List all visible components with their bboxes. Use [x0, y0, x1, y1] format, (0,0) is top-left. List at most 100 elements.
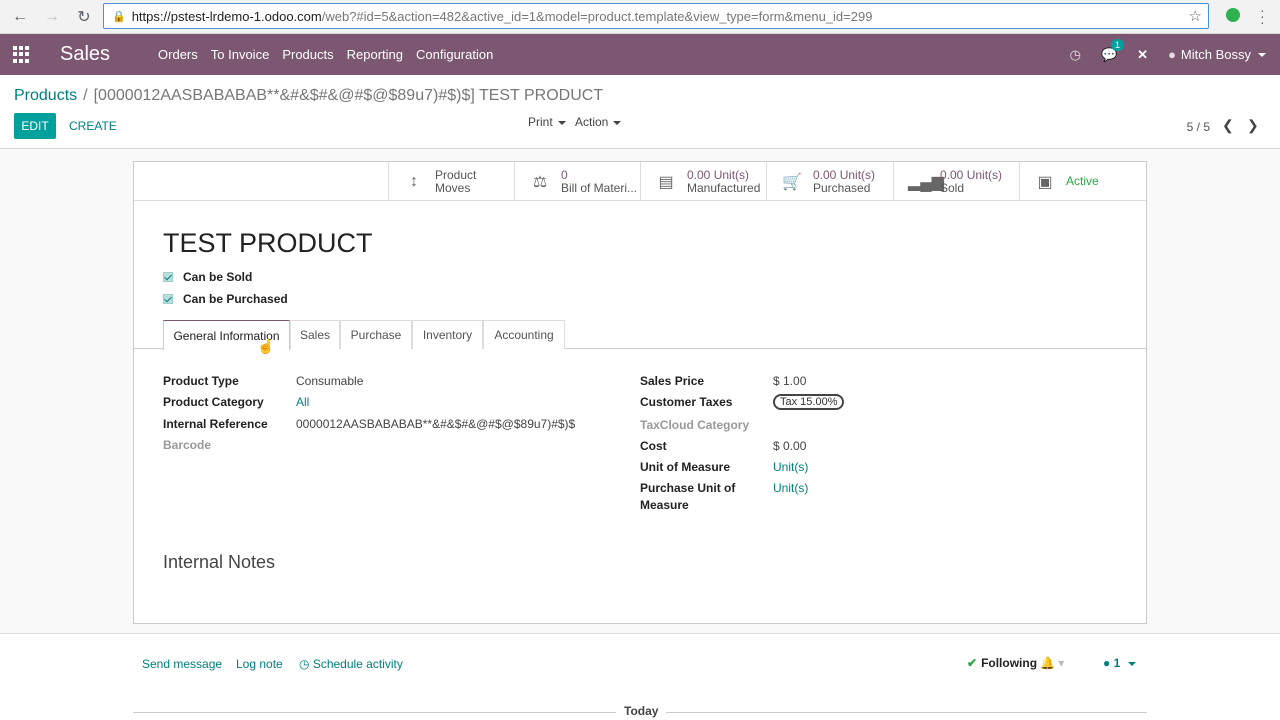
pager-previous-icon[interactable]: ❮ [1222, 117, 1234, 134]
user-menu[interactable]: ● Mitch Bossy [1168, 47, 1266, 62]
menu-orders[interactable]: Orders [158, 47, 198, 62]
archive-icon: ▣ [1037, 173, 1053, 191]
following-button[interactable]: ✔ Following [967, 656, 1037, 670]
customer-taxes-label: Customer Taxes [640, 395, 733, 409]
smart-button-value: 0.00 Unit(s) [940, 167, 1003, 182]
browser-menu-icon[interactable]: · · · [1260, 3, 1265, 29]
smart-button-label: Purchased [813, 180, 871, 195]
can-be-purchased-label: Can be Purchased [183, 292, 288, 306]
breadcrumb: Products / [0000012AASBABABAB**&#&$#&@#$@$… [14, 87, 603, 105]
followers-icon: ● [1103, 656, 1114, 670]
unit-of-measure-label: Unit of Measure [640, 460, 731, 474]
cart-icon: 🛒 [782, 173, 802, 191]
clock-icon: ◷ [299, 657, 313, 671]
chevron-down-icon [1128, 661, 1137, 666]
action-label: Action [575, 115, 609, 129]
smart-button-moves[interactable]: ↕ Product Moves [388, 162, 515, 201]
chatter: Send message Log note ◷ Schedule activit… [0, 634, 1280, 720]
chevron-down-icon [613, 120, 622, 125]
form-sheet: ↕ Product Moves ⚖ 0 Bill of Materi... ▤ 0.… [133, 161, 1147, 624]
forward-icon[interactable]: → [40, 5, 64, 29]
schedule-activity-button[interactable]: ◷ Schedule activity [299, 657, 403, 671]
smart-button-purchased[interactable]: 🛒 0.00 Unit(s) Purchased [766, 162, 893, 201]
bookmark-star-icon[interactable]: ☆ [1189, 7, 1202, 25]
smart-button-box: ↕ Product Moves ⚖ 0 Bill of Materi... ▤ 0.… [134, 162, 1146, 201]
menu-to-invoice[interactable]: To Invoice [211, 47, 270, 62]
checkbox-checked-icon [163, 294, 173, 304]
user-name: Mitch Bossy [1180, 47, 1251, 62]
browser-toolbar: ← → ↻ 🔒 https://pstest-lrdemo-1.odoo.com… [0, 0, 1280, 34]
smart-button-bom[interactable]: ⚖ 0 Bill of Materi... [514, 162, 641, 201]
print-dropdown[interactable]: Print [528, 115, 566, 129]
url-host: https://pstest-lrdemo-1.odoo.com [131, 8, 322, 24]
app-title: Sales [60, 43, 111, 65]
activity-clock-icon[interactable]: ◷ [1070, 47, 1081, 63]
edit-button[interactable]: EDIT [14, 113, 56, 139]
can-be-sold-label: Can be Sold [183, 270, 253, 284]
menu-products[interactable]: Products [282, 47, 333, 62]
mouse-pointer-icon: ☝ [257, 338, 275, 354]
list-icon: ▤ [658, 173, 674, 191]
debug-tools-icon[interactable]: ✕ [1137, 47, 1148, 63]
smart-button-label: Moves [435, 180, 471, 195]
tab-inventory[interactable]: Inventory [412, 320, 483, 349]
cost-label: Cost [640, 439, 667, 453]
purchase-uom-link[interactable]: Unit(s) [773, 481, 808, 495]
action-dropdown[interactable]: Action [575, 115, 622, 129]
bell-icon[interactable]: 🔔 ▾ [1040, 656, 1064, 670]
breadcrumb-products[interactable]: Products [14, 87, 77, 104]
messages-icon[interactable]: 💬 1 [1101, 38, 1124, 63]
internal-reference-label: Internal Reference [163, 417, 268, 431]
purchase-uom-label: Purchase Unit of [640, 481, 736, 495]
menu-configuration[interactable]: Configuration [416, 47, 493, 62]
tax-tag: Tax 15.00% [773, 394, 845, 410]
can-be-purchased-checkbox[interactable]: Can be Purchased [163, 292, 288, 306]
smart-button-manufactured[interactable]: ▤ 0.00 Unit(s) Manufactured [640, 162, 767, 201]
extension-icon[interactable] [1226, 8, 1240, 22]
purchase-uom-label-line2: Measure [640, 498, 689, 512]
menu-reporting[interactable]: Reporting [347, 47, 403, 62]
product-category-label: Product Category [163, 395, 264, 409]
checkbox-checked-icon [163, 272, 173, 282]
pager-value[interactable]: 5 / 5 [1187, 120, 1210, 134]
unit-of-measure-link[interactable]: Unit(s) [773, 460, 808, 474]
back-icon[interactable]: ← [8, 5, 32, 29]
sales-price-value: $ 1.00 [773, 374, 807, 388]
control-panel: Products / [0000012AASBABABAB**&#&$#&@#$@$… [0, 75, 1280, 149]
cost-value: $ 0.00 [773, 439, 807, 453]
breadcrumb-separator: / [83, 87, 88, 104]
notebook-tabs: General Information Sales Purchase Inven… [134, 320, 1146, 350]
product-name: TEST PRODUCT [163, 228, 373, 258]
pager-next-icon[interactable]: ❯ [1247, 117, 1259, 134]
chevron-down-icon [1258, 52, 1266, 57]
log-note-button[interactable]: Log note [236, 657, 283, 671]
active-status: Active [1066, 174, 1099, 188]
tab-accounting[interactable]: Accounting [483, 320, 565, 349]
smart-button-value: Product [435, 167, 477, 182]
followers-button[interactable]: ● 1 [1103, 656, 1137, 670]
sales-price-label: Sales Price [640, 374, 705, 388]
address-bar[interactable]: 🔒 https://pstest-lrdemo-1.odoo.com/web?#… [103, 3, 1209, 29]
today-label: Today [616, 704, 667, 718]
smart-button-label: Bill of Materi... [561, 180, 638, 195]
create-button[interactable]: CREATE [69, 119, 117, 133]
lock-icon: 🔒 [112, 10, 126, 23]
print-label: Print [528, 115, 553, 129]
flask-icon: ⚖ [532, 173, 548, 191]
product-category-link[interactable]: All [296, 395, 309, 409]
following-label: Following [981, 656, 1038, 670]
smart-button-active[interactable]: ▣ Active [1019, 162, 1146, 201]
smart-button-value: 0.00 Unit(s) [813, 167, 876, 182]
apps-grid-icon[interactable] [13, 45, 31, 64]
arrows-vertical-icon: ↕ [410, 172, 418, 190]
send-message-button[interactable]: Send message [142, 657, 222, 671]
smart-button-sold[interactable]: ▂▄▆ 0.00 Unit(s) Sold [893, 162, 1020, 201]
tab-sales[interactable]: Sales [290, 320, 340, 349]
tab-purchase[interactable]: Purchase [340, 320, 412, 349]
product-type-label: Product Type [163, 374, 239, 388]
taxcloud-category-label: TaxCloud Category [640, 418, 750, 432]
reload-icon[interactable]: ↻ [72, 5, 96, 29]
schedule-activity-label: Schedule activity [312, 657, 403, 671]
can-be-sold-checkbox[interactable]: Can be Sold [163, 270, 252, 284]
main-navbar: Sales Orders To Invoice Products Reporti… [0, 34, 1280, 75]
